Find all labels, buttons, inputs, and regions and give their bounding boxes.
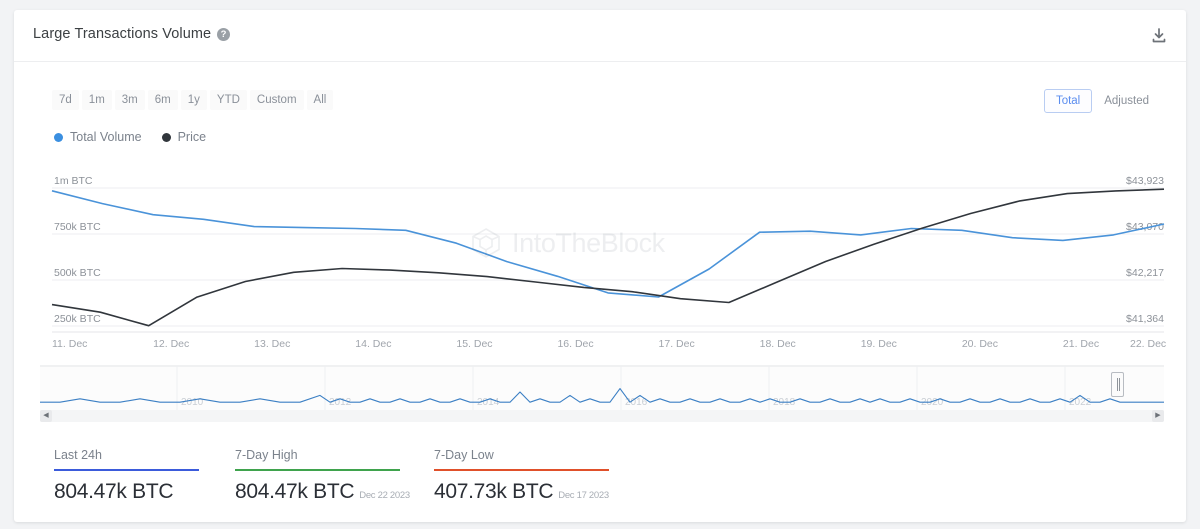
stat-date: Dec 17 2023 — [558, 490, 609, 501]
legend-dot-total-volume — [54, 132, 63, 142]
svg-text:$42,217: $42,217 — [1126, 267, 1164, 279]
chart-gridlines — [52, 187, 1164, 333]
scroll-right-arrow-icon[interactable]: ▶ — [1152, 410, 1164, 422]
stat-value: 804.47k BTC — [54, 480, 174, 503]
range-button-1m[interactable]: 1m — [81, 90, 112, 110]
svg-text:$43,923: $43,923 — [1126, 175, 1164, 187]
stat-7-day-low: 7-Day Low 407.73k BTC Dec 17 2023 — [434, 448, 609, 504]
navigator-right-handle[interactable] — [1111, 372, 1124, 397]
svg-text:14. Dec: 14. Dec — [355, 338, 391, 350]
stat-last-24h: Last 24h 804.47k BTC — [54, 448, 199, 504]
range-button-6m[interactable]: 6m — [147, 90, 178, 110]
svg-text:1m BTC: 1m BTC — [54, 175, 93, 187]
svg-text:22. Dec: 22. Dec — [1130, 338, 1166, 350]
svg-text:500k BTC: 500k BTC — [54, 267, 101, 279]
stat-value-row: 804.47k BTC Dec 22 2023 — [235, 480, 410, 504]
legend-item-total-volume[interactable]: Total Volume — [54, 130, 142, 144]
chart-card: Large Transactions Volume ? 7d 1m 3m 6m … — [14, 10, 1186, 522]
page-title: Large Transactions Volume — [33, 26, 212, 42]
navigator-scrollbar[interactable]: ◀ ▶ — [40, 410, 1164, 422]
scroll-left-arrow-icon[interactable]: ◀ — [40, 410, 52, 422]
stat-7-day-high: 7-Day High 804.47k BTC Dec 22 2023 — [235, 448, 410, 504]
stat-value: 407.73k BTC — [434, 480, 554, 503]
stat-rule — [235, 469, 400, 471]
svg-text:19. Dec: 19. Dec — [861, 338, 897, 350]
handle-grip-line — [1119, 378, 1120, 391]
svg-text:17. Dec: 17. Dec — [659, 338, 695, 350]
svg-text:12. Dec: 12. Dec — [153, 338, 189, 350]
legend-label-price: Price — [177, 130, 207, 144]
svg-text:11. Dec: 11. Dec — [52, 338, 87, 350]
total-adjusted-toggle[interactable]: Total Adjusted — [1043, 89, 1161, 113]
stat-label: 7-Day Low — [434, 448, 494, 462]
legend-item-price[interactable]: Price — [161, 130, 207, 144]
svg-text:18. Dec: 18. Dec — [760, 338, 796, 350]
chart-svg: 1m BTC 750k BTC 500k BTC 250k BTC $43,923 $4… — [51, 175, 1166, 350]
svg-text:16. Dec: 16. Dec — [557, 338, 593, 350]
handle-grip-line — [1117, 378, 1118, 391]
toggle-adjusted[interactable]: Adjusted — [1092, 89, 1161, 113]
legend-dot-price — [161, 132, 171, 142]
stat-value: 804.47k BTC — [235, 480, 355, 503]
legend-label-total-volume: Total Volume — [70, 130, 142, 144]
range-button-custom[interactable]: Custom — [249, 90, 304, 110]
svg-text:750k BTC: 750k BTC — [54, 221, 101, 233]
svg-text:15. Dec: 15. Dec — [456, 338, 492, 350]
series-line-price — [51, 188, 1165, 327]
toggle-total[interactable]: Total — [1043, 89, 1093, 113]
stat-date: Dec 22 2023 — [359, 490, 410, 501]
download-icon[interactable] — [1149, 26, 1169, 46]
svg-text:13. Dec: 13. Dec — [254, 338, 290, 350]
svg-text:20. Dec: 20. Dec — [962, 338, 998, 350]
summary-stats: Last 24h 804.47k BTC 7-Day High 804.47k … — [54, 448, 609, 504]
help-circle-icon[interactable]: ? — [217, 28, 230, 41]
svg-text:250k BTC: 250k BTC — [54, 313, 101, 325]
stat-rule — [54, 469, 199, 471]
chart-right-axis-labels: $43,923$43,070$42,217$41,364 — [1126, 175, 1164, 325]
stat-value-row: 407.73k BTC Dec 17 2023 — [434, 480, 609, 504]
range-button-1y[interactable]: 1y — [180, 90, 207, 110]
range-button-all[interactable]: All — [306, 90, 334, 110]
chart-x-axis-labels: 11. Dec 12. Dec 13. Dec 14. Dec 15. Dec 16. D… — [52, 338, 1166, 350]
stat-rule — [434, 469, 609, 471]
chart-plot-area[interactable]: 1m BTC 750k BTC 500k BTC 250k BTC $43,923 $4… — [14, 170, 1186, 360]
chart-legend: Total Volume Price — [54, 130, 206, 144]
navigator-svg: 2010 2012 2014 2016 2018 2020 2022 — [40, 365, 1164, 414]
range-selector[interactable]: 7d 1m 3m 6m 1y YTD Custom All — [52, 90, 334, 110]
svg-text:21. Dec: 21. Dec — [1063, 338, 1099, 350]
card-header: Large Transactions Volume ? — [14, 10, 1186, 62]
range-button-3m[interactable]: 3m — [114, 90, 145, 110]
stat-label: 7-Day High — [235, 448, 298, 462]
stat-value-row: 804.47k BTC — [54, 480, 199, 504]
svg-text:$41,364: $41,364 — [1126, 313, 1164, 325]
range-button-7d[interactable]: 7d — [52, 90, 79, 110]
svg-text:2022: 2022 — [1069, 397, 1092, 408]
stat-label: Last 24h — [54, 448, 102, 462]
range-button-ytd[interactable]: YTD — [209, 90, 247, 110]
